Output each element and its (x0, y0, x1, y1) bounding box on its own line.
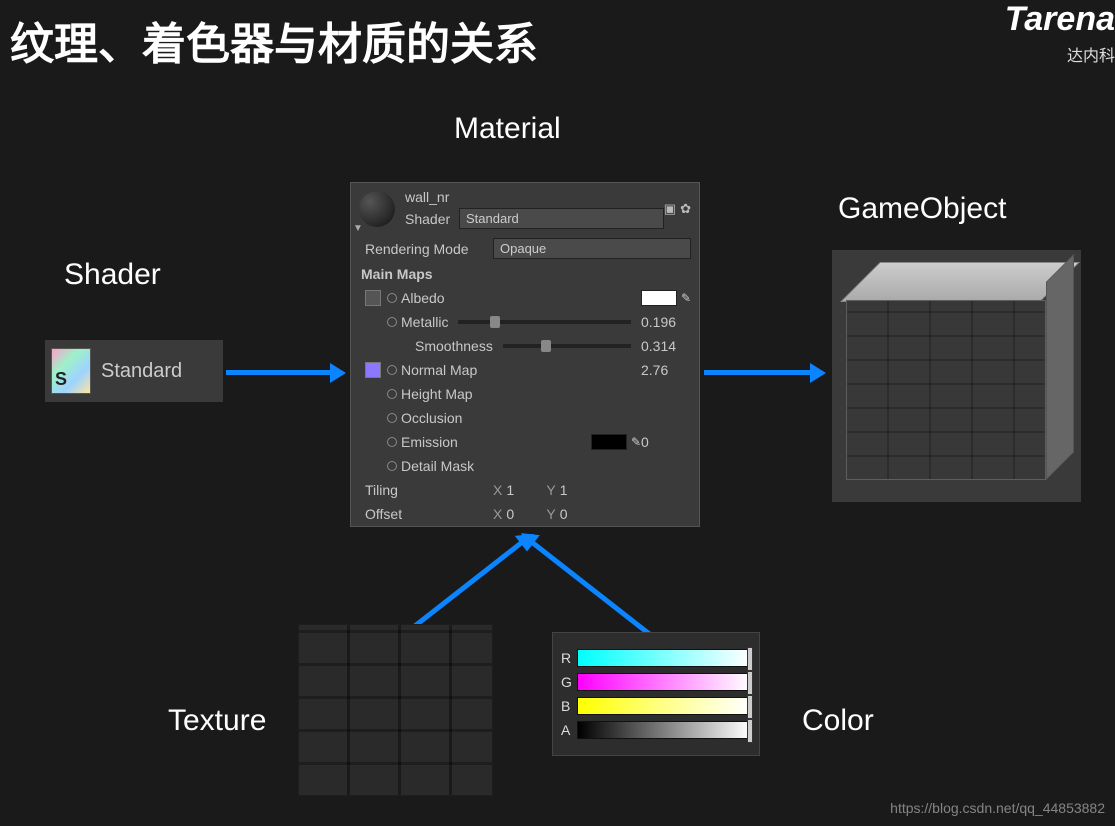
cube-top-face (840, 262, 1080, 302)
eyedropper-icon[interactable]: ✎ (681, 291, 691, 305)
arrow-color-to-material (530, 540, 651, 636)
b-slider[interactable] (577, 697, 751, 715)
g-slider[interactable] (577, 673, 751, 691)
height-toggle[interactable] (387, 389, 397, 399)
rendering-mode-dropdown[interactable]: Opaque (493, 238, 691, 259)
emission-value[interactable]: 0 (641, 434, 691, 450)
gameobject-label: GameObject (838, 192, 1006, 226)
g-label: G (561, 674, 577, 690)
b-label: B (561, 698, 577, 714)
albedo-label: Albedo (401, 290, 445, 306)
occlusion-toggle[interactable] (387, 413, 397, 423)
normal-toggle[interactable] (387, 365, 397, 375)
shader-field-label: Shader (405, 211, 459, 227)
shader-dropdown[interactable]: Standard (459, 208, 664, 229)
offset-y[interactable]: 0 (560, 506, 600, 522)
normal-label: Normal Map (401, 362, 477, 378)
help-icon[interactable]: ▣ (664, 201, 676, 217)
brand-logo: Tarena (1005, 0, 1115, 39)
a-slider[interactable] (577, 721, 751, 739)
metallic-slider[interactable] (458, 320, 631, 324)
color-label: Color (802, 704, 874, 738)
albedo-toggle[interactable] (387, 293, 397, 303)
arrow-texture-to-material (402, 540, 523, 636)
metallic-label: Metallic (401, 314, 448, 330)
arrow-shader-to-material (226, 370, 332, 375)
a-label: A (561, 722, 577, 738)
gameobject-preview (832, 250, 1081, 502)
tiling-y[interactable]: 1 (560, 482, 600, 498)
emission-toggle[interactable] (387, 437, 397, 447)
shader-icon: S (51, 348, 91, 394)
material-inspector: ▼ wall_nr Shader Standard ▣ ✿ Rendering … (350, 182, 700, 527)
detail-label: Detail Mask (401, 458, 474, 474)
collapse-icon[interactable]: ▼ (353, 223, 363, 234)
shader-asset[interactable]: S Standard (45, 340, 223, 402)
detail-toggle[interactable] (387, 461, 397, 471)
r-label: R (561, 650, 577, 666)
gear-icon[interactable]: ✿ (680, 201, 691, 217)
smoothness-slider[interactable] (503, 344, 631, 348)
slide-title: 纹理、着色器与材质的关系 (10, 8, 538, 72)
y-label: Y (546, 482, 555, 498)
r-slider[interactable] (577, 649, 751, 667)
occlusion-label: Occlusion (401, 410, 462, 426)
metallic-value[interactable]: 0.196 (641, 314, 691, 330)
shader-label: Shader (64, 258, 161, 292)
normal-value[interactable]: 2.76 (641, 362, 691, 378)
material-preview-icon (359, 191, 395, 227)
albedo-color[interactable] (641, 290, 677, 306)
watermark: https://blog.csdn.net/qq_44853882 (890, 800, 1105, 816)
arrow-material-to-gameobject (704, 370, 812, 375)
color-picker: R G B A (552, 632, 760, 756)
y-label: Y (546, 506, 555, 522)
rendering-mode-label: Rendering Mode (365, 241, 493, 257)
normal-texture-slot[interactable] (365, 362, 381, 378)
emission-color[interactable] (591, 434, 627, 450)
cube-front-face (846, 300, 1046, 480)
shader-name: Standard (101, 360, 182, 383)
smoothness-label: Smoothness (415, 338, 493, 354)
texture-label: Texture (168, 704, 266, 738)
smoothness-value[interactable]: 0.314 (641, 338, 691, 354)
metallic-toggle[interactable] (387, 317, 397, 327)
offset-label: Offset (365, 506, 493, 522)
x-label: X (493, 506, 502, 522)
cube-side-face (1046, 254, 1074, 480)
height-label: Height Map (401, 386, 473, 402)
x-label: X (493, 482, 502, 498)
material-label: Material (454, 112, 561, 146)
tiling-x[interactable]: 1 (506, 482, 546, 498)
eyedropper-icon[interactable]: ✎ (631, 435, 641, 449)
offset-x[interactable]: 0 (506, 506, 546, 522)
tiling-label: Tiling (365, 482, 493, 498)
emission-label: Emission (401, 434, 458, 450)
texture-preview (298, 624, 493, 796)
brand-subtitle: 达内科 (1067, 42, 1115, 66)
main-maps-section: Main Maps (351, 262, 699, 286)
albedo-texture-slot[interactable] (365, 290, 381, 306)
material-name[interactable]: wall_nr (405, 189, 664, 205)
